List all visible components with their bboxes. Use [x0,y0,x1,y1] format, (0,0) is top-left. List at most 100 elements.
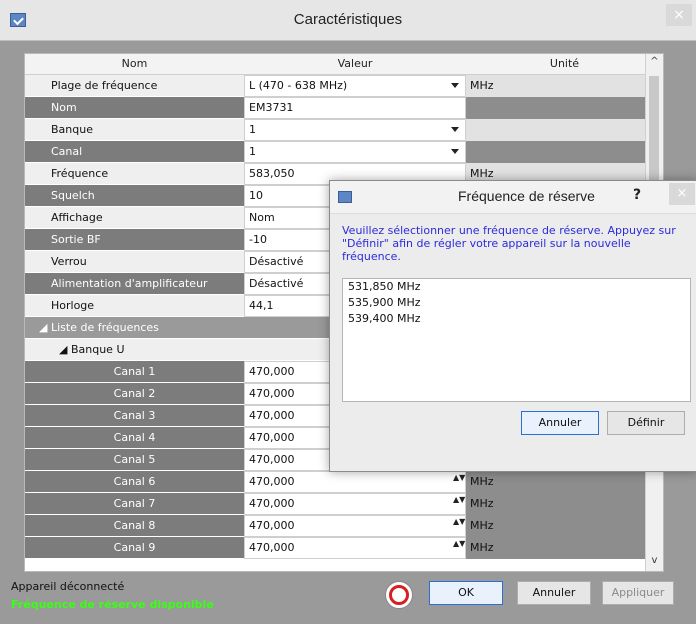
channel-name: Canal 1 [25,361,244,383]
window-title: Caractéristiques [293,11,403,28]
property-unit [466,97,663,119]
column-header-unit[interactable]: Unité [466,54,663,75]
channel-name: Canal 7 [25,493,244,515]
property-value-text: L (470 - 638 MHz) [249,79,348,92]
table-row: Canal 1 [25,141,663,163]
cancel-button[interactable]: Annuler [517,581,591,605]
main-window: Caractéristiques × Nom Valeur Unité Plag… [0,0,696,624]
spinner-icon[interactable]: ▲▼ [453,518,465,534]
lifebuoy-icon[interactable] [385,581,413,609]
channel-name-text: Canal 2 [113,387,156,400]
channel-unit: MHz [466,493,663,515]
reserve-frequency-dialog: Fréquence de réserve ? × Veuillez sélect… [329,180,696,472]
property-name-text: Nom [51,101,77,114]
property-name: Nom [25,97,244,119]
channel-name: Canal 3 [25,405,244,427]
channel-name: Canal 2 [25,383,244,405]
channel-value-text: 470,000 [249,409,295,422]
scroll-up-icon[interactable]: ^ [646,56,663,70]
property-value-text: 44,1 [249,299,274,312]
property-value-text: 1 [249,123,256,136]
collapse-icon[interactable]: ◢ [59,343,71,356]
channel-unit: MHz [466,537,663,559]
dropdown-arrow-icon[interactable] [451,83,459,88]
channel-value[interactable]: 470,000 ▲▼ [244,471,466,493]
tree-group-label: Liste de fréquences [50,321,159,334]
column-header-value[interactable]: Valeur [244,54,467,75]
table-row: Canal 8 470,000 ▲▼ MHz [25,515,663,537]
status-disconnected: Appareil déconnecté [11,580,125,593]
dropdown-arrow-icon[interactable] [451,127,459,132]
channel-value[interactable]: 470,000 ▲▼ [244,515,466,537]
channel-name-text: Canal 6 [113,475,156,488]
scroll-thumb[interactable] [649,76,659,196]
channel-value-text: 470,000 [249,365,295,378]
dialog-set-button[interactable]: Définir [607,411,685,435]
list-item[interactable]: 539,400 MHz [343,311,690,327]
channel-value-text: 470,000 [249,387,295,400]
column-header-name[interactable]: Nom [25,54,245,75]
list-item[interactable]: 531,850 MHz [343,279,690,295]
table-row: Nom EM3731 [25,97,663,119]
close-icon[interactable]: × [666,4,692,26]
dialog-title-bar: Fréquence de réserve ? × [330,181,696,214]
spinner-icon[interactable]: ▲▼ [453,540,465,556]
help-icon[interactable]: ? [633,187,641,203]
property-value-text: Désactivé [249,255,304,268]
property-name: Affichage [25,207,244,229]
dialog-app-icon [338,191,352,203]
dialog-cancel-button[interactable]: Annuler [521,411,599,435]
channel-unit-text: MHz [470,541,494,554]
property-name-text: Squelch [51,189,95,202]
property-name: Verrou [25,251,244,273]
dialog-close-icon[interactable]: × [669,183,695,205]
property-value-text: 1 [249,145,256,158]
channel-value-text: 470,000 [249,453,295,466]
channel-name: Canal 5 [25,449,244,471]
collapse-icon[interactable]: ◢ [39,321,51,334]
property-value-text: 10 [249,189,263,202]
property-unit-text: MHz [470,79,494,92]
property-unit [466,119,663,141]
channel-unit-text: MHz [470,475,494,488]
property-name: Plage de fréquence [25,75,244,97]
dropdown-arrow-icon[interactable] [451,149,459,154]
status-reserve-available: Fréquence de réserve disponible [11,598,214,611]
property-name: Horloge [25,295,244,317]
property-name-text: Horloge [51,299,95,312]
table-row: Plage de fréquence L (470 - 638 MHz) MHz [25,75,663,97]
list-item[interactable]: 535,900 MHz [343,295,690,311]
channel-value[interactable]: 470,000 ▲▼ [244,493,466,515]
property-value-text: Désactivé [249,277,304,290]
channel-value[interactable]: 470,000 ▲▼ [244,537,466,559]
property-name-text: Canal [51,145,83,158]
property-value[interactable]: L (470 - 638 MHz) [244,75,466,97]
channel-value-text: 470,000 [249,431,295,444]
channel-value-text: 470,000 [249,519,295,532]
property-value[interactable]: 1 [244,119,466,141]
spinner-icon[interactable]: ▲▼ [453,496,465,512]
scroll-down-icon[interactable]: v [646,555,663,569]
channel-name-text: Canal 5 [113,453,156,466]
property-value[interactable]: EM3731 [244,97,466,119]
property-value-text: -10 [249,233,267,246]
channel-name-text: Canal 9 [113,541,156,554]
property-value[interactable]: 1 [244,141,466,163]
property-unit-text: MHz [470,167,494,180]
property-name: Fréquence [25,163,244,185]
property-name: Sortie BF [25,229,244,251]
property-name: Alimentation d'amplificateur [25,273,244,295]
channel-name-text: Canal 8 [113,519,156,532]
table-row: Canal 9 470,000 ▲▼ MHz [25,537,663,559]
property-name-text: Fréquence [51,167,109,180]
channel-name-text: Canal 4 [113,431,156,444]
apply-button[interactable]: Appliquer [602,581,674,605]
channel-name-text: Canal 3 [113,409,156,422]
spinner-icon[interactable]: ▲▼ [453,474,465,490]
reserve-frequency-list[interactable]: 531,850 MHz 535,900 MHz 539,400 MHz [342,278,691,402]
ok-button[interactable]: OK [429,581,503,605]
channel-name: Canal 9 [25,537,244,559]
channel-value-text: 470,000 [249,541,295,554]
channel-unit: MHz [466,471,663,493]
property-unit [466,141,663,163]
